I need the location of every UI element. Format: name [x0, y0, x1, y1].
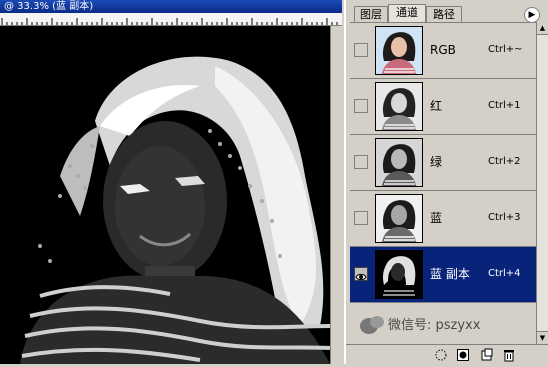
visibility-toggle[interactable]: [354, 211, 368, 225]
panel-tabs: 图层 通道 路径 ▶: [346, 2, 548, 23]
wechat-logo-icon: [360, 316, 384, 334]
channel-name: RGB: [430, 43, 456, 57]
visibility-toggle[interactable]: [354, 155, 368, 169]
channel-name: 蓝: [430, 211, 443, 225]
channel-shortcut: Ctrl+2: [488, 156, 521, 167]
channel-shortcut: Ctrl+4: [488, 268, 521, 279]
save-selection-icon: [457, 349, 469, 361]
load-selection-button[interactable]: [434, 348, 448, 362]
load-selection-icon: [435, 349, 447, 361]
visibility-toggle[interactable]: [354, 99, 368, 113]
channel-thumbnail: [375, 138, 423, 187]
delete-channel-button[interactable]: [502, 348, 516, 362]
channel-row-rgb[interactable]: RGB Ctrl+~: [350, 23, 536, 79]
channel-name: 绿: [430, 155, 443, 169]
eye-icon: [355, 273, 367, 281]
visibility-toggle[interactable]: [354, 43, 368, 57]
save-selection-button[interactable]: [456, 348, 470, 362]
new-channel-button[interactable]: [480, 348, 494, 362]
trash-icon: [504, 350, 514, 362]
tab-channels[interactable]: 通道: [388, 4, 426, 22]
tab-paths[interactable]: 路径: [426, 6, 462, 22]
document-window: @ 33.3% (蓝 副本): [0, 0, 342, 364]
channel-thumbnail: [375, 194, 423, 243]
channel-name: 红: [430, 99, 443, 113]
channel-thumbnail: [375, 250, 423, 299]
new-channel-icon: [481, 348, 493, 361]
channel-shortcut: Ctrl+1: [488, 100, 521, 111]
channel-shortcut: Ctrl+3: [488, 212, 521, 223]
channel-preview-image: [0, 26, 342, 364]
watermark-text: 微信号: pszyxx: [388, 318, 481, 333]
visibility-toggle[interactable]: [354, 267, 368, 281]
channel-list-scrollbar[interactable]: ▲ ▼: [536, 22, 548, 344]
triangle-right-icon: ▶: [528, 10, 536, 20]
channels-panel: 图层 通道 路径 ▶ RGB Ctrl+~ 红 Ctrl+1 绿 Ctrl+2 …: [344, 0, 548, 365]
channel-name: 蓝 副本: [430, 267, 470, 281]
panel-bottom-bar: [346, 344, 548, 365]
image-canvas[interactable]: [0, 26, 342, 364]
tab-layers[interactable]: 图层: [354, 6, 388, 22]
document-title: @ 33.3% (蓝 副本): [4, 1, 94, 12]
channel-list: RGB Ctrl+~ 红 Ctrl+1 绿 Ctrl+2 蓝 Ctrl+3 蓝 …: [350, 22, 536, 345]
channel-thumbnail: [375, 82, 423, 131]
channel-row-green[interactable]: 绿 Ctrl+2: [350, 135, 536, 191]
channel-thumbnail: [375, 26, 423, 75]
panel-menu-button[interactable]: ▶: [524, 7, 540, 23]
wechat-watermark: 微信号: pszyxx: [360, 316, 546, 336]
channel-row-blue[interactable]: 蓝 Ctrl+3: [350, 191, 536, 247]
channel-row-red[interactable]: 红 Ctrl+1: [350, 79, 536, 135]
document-title-bar[interactable]: @ 33.3% (蓝 副本): [0, 0, 342, 13]
horizontal-ruler: [0, 13, 342, 26]
scroll-up-arrow-icon[interactable]: ▲: [537, 22, 548, 35]
channel-row-blue-copy[interactable]: 蓝 副本 Ctrl+4: [350, 247, 536, 303]
photoshop-window: @ 33.3% (蓝 副本) 图层 通道 路径 ▶ RGB Ctrl+~ 红 C…: [0, 0, 548, 365]
document-vertical-scrollbar[interactable]: [330, 26, 342, 364]
channel-shortcut: Ctrl+~: [488, 44, 523, 55]
